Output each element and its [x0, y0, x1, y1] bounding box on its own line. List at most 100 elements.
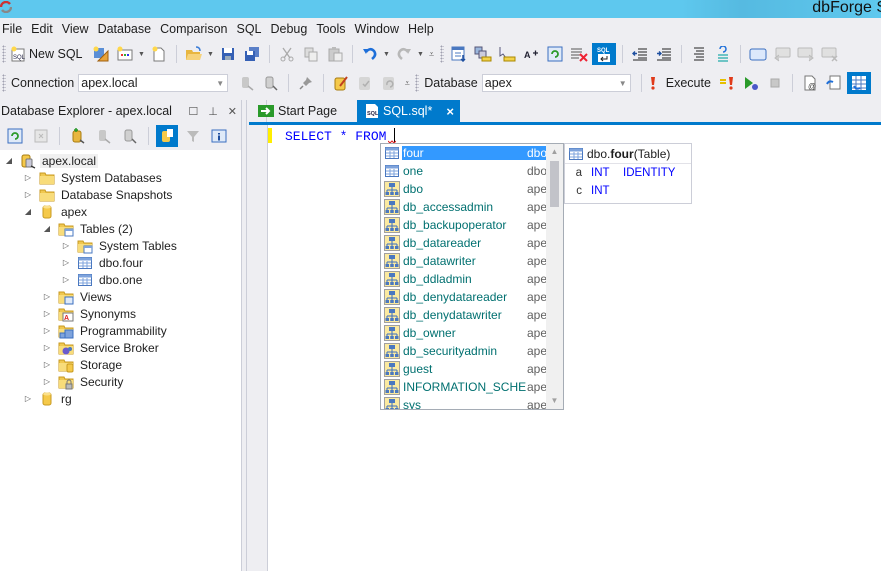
redo-button[interactable] [393, 43, 415, 65]
previous-button[interactable] [771, 43, 793, 65]
database-filter-button[interactable] [156, 125, 178, 147]
expand-arrow-icon[interactable]: ▷ [23, 173, 33, 182]
uncomment-button[interactable] [712, 43, 734, 65]
connection-select[interactable]: apex.local ▼ [78, 74, 229, 92]
tree-node[interactable]: ▷ rg [0, 390, 241, 407]
menu-tools[interactable]: Tools [313, 18, 351, 40]
expand-arrow-icon[interactable]: ▷ [42, 343, 52, 352]
grid-view-button[interactable] [846, 72, 871, 94]
menu-sql[interactable]: SQL [233, 18, 267, 40]
redo-dropdown[interactable]: ▼ [416, 43, 426, 65]
menu-view[interactable]: View [59, 18, 95, 40]
tree-node[interactable]: ▷ dbo.four [0, 254, 241, 271]
execute-current-button[interactable] [716, 72, 738, 94]
code-completion-list[interactable]: four dbo one dbo dbo ape db_accessadmin ape db_b… [380, 143, 564, 410]
connect-button[interactable] [93, 125, 115, 147]
open-dropdown[interactable]: ▼ [206, 43, 216, 65]
expand-arrow-icon[interactable]: ▷ [42, 309, 52, 318]
completion-item[interactable]: db_denydatareader ape [381, 288, 547, 306]
tab-sql-file[interactable]: SQL SQL.sql* × [357, 100, 460, 122]
pin-button[interactable] [295, 72, 317, 94]
explorer-stop-button[interactable] [30, 125, 52, 147]
completion-item[interactable]: db_datareader ape [381, 234, 547, 252]
begin-transaction-button[interactable] [330, 72, 352, 94]
clear-button[interactable] [568, 43, 590, 65]
toolbar-overflow-button[interactable]: ⩡ [401, 72, 413, 94]
completion-item[interactable]: db_backupoperator ape [381, 216, 547, 234]
decrease-indent-button[interactable] [629, 43, 651, 65]
expand-arrow-icon[interactable]: ▷ [61, 258, 71, 267]
new-object-dropdown[interactable]: ▼ [137, 43, 147, 65]
copy-button[interactable] [300, 43, 322, 65]
new-file-button[interactable] [148, 43, 170, 65]
format-text-button[interactable]: A [520, 43, 542, 65]
database-select[interactable]: apex ▼ [481, 74, 631, 92]
tab-start-page[interactable]: Start Page [249, 100, 357, 122]
tree-node[interactable]: ◢ apex.local [0, 152, 241, 169]
stop-button[interactable] [764, 72, 786, 94]
tree-node[interactable]: ▷ Service Broker [0, 339, 241, 356]
undo-button[interactable] [359, 43, 381, 65]
expand-arrow-icon[interactable]: ▷ [42, 360, 52, 369]
completion-item[interactable]: db_datawriter ape [381, 252, 547, 270]
toolbar-grip[interactable] [439, 45, 444, 63]
completion-item[interactable]: INFORMATION_SCHEMAape [381, 378, 547, 396]
compare-schema-button[interactable] [472, 43, 494, 65]
disconnect-button[interactable] [260, 72, 282, 94]
new-sql-button[interactable]: SQL New SQL [10, 43, 83, 65]
execute-button[interactable]: Execute [648, 72, 711, 94]
completion-item[interactable]: db_securityadmin ape [381, 342, 547, 360]
completion-item[interactable]: four dbo [381, 144, 547, 162]
disconnect-button[interactable] [119, 125, 141, 147]
tree-node[interactable]: ▷ dbo.one [0, 271, 241, 288]
close-window-button[interactable] [819, 43, 841, 65]
cut-button[interactable] [276, 43, 298, 65]
collapse-arrow-icon[interactable]: ◢ [4, 156, 14, 165]
export-button[interactable]: @ [799, 72, 821, 94]
tree-node[interactable]: ▷ System Tables [0, 237, 241, 254]
retrieve-data-button[interactable] [448, 43, 470, 65]
menu-file[interactable]: File [0, 18, 28, 40]
completion-item[interactable]: sys ape [381, 396, 547, 409]
rollback-button[interactable] [378, 72, 400, 94]
tree-node[interactable]: ▷ System Databases [0, 169, 241, 186]
toolbar-overflow-button[interactable]: ⩡ [426, 43, 438, 65]
window-button[interactable] [747, 43, 769, 65]
pin-icon[interactable]: ⊥ [208, 105, 218, 118]
collapse-arrow-icon[interactable]: ◢ [42, 224, 52, 233]
tree-node[interactable]: ◢ apex [0, 203, 241, 220]
debug-button[interactable] [740, 72, 762, 94]
tree-node[interactable]: ▷ Security [0, 373, 241, 390]
new-connection-button[interactable] [67, 125, 89, 147]
tree-node[interactable]: ▷ Database Snapshots [0, 186, 241, 203]
tree-node[interactable]: ▷ A Synonyms [0, 305, 241, 322]
completion-item[interactable]: db_accessadmin ape [381, 198, 547, 216]
generate-script-button[interactable] [823, 72, 845, 94]
next-button[interactable] [795, 43, 817, 65]
collapse-arrow-icon[interactable]: ◢ [23, 207, 33, 216]
toolbar-grip[interactable] [2, 45, 6, 63]
completion-item[interactable]: db_ddladmin ape [381, 270, 547, 288]
paste-button[interactable] [324, 43, 346, 65]
toolbar-grip[interactable] [415, 74, 420, 92]
query-builder-button[interactable] [90, 43, 112, 65]
scroll-down-icon[interactable]: ▼ [546, 393, 563, 409]
code-line[interactable]: SELECT * FROM [285, 128, 396, 144]
filter-button[interactable] [182, 125, 204, 147]
expand-arrow-icon[interactable]: ▷ [61, 241, 71, 250]
menu-help[interactable]: Help [405, 18, 440, 40]
refresh-button[interactable] [544, 43, 566, 65]
comment-button[interactable] [688, 43, 710, 65]
completion-item[interactable]: db_owner ape [381, 324, 547, 342]
menu-database[interactable]: Database [95, 18, 158, 40]
sql-mode-button[interactable]: SQL [591, 43, 616, 65]
close-tab-icon[interactable]: × [446, 104, 454, 119]
expand-arrow-icon[interactable]: ▷ [23, 190, 33, 199]
completion-item[interactable]: guest ape [381, 360, 547, 378]
undo-dropdown[interactable]: ▼ [382, 43, 392, 65]
properties-button[interactable] [208, 125, 230, 147]
explorer-refresh-button[interactable] [4, 125, 26, 147]
expand-arrow-icon[interactable]: ▷ [61, 275, 71, 284]
menu-comparison[interactable]: Comparison [157, 18, 233, 40]
expand-arrow-icon[interactable]: ▷ [42, 377, 52, 386]
